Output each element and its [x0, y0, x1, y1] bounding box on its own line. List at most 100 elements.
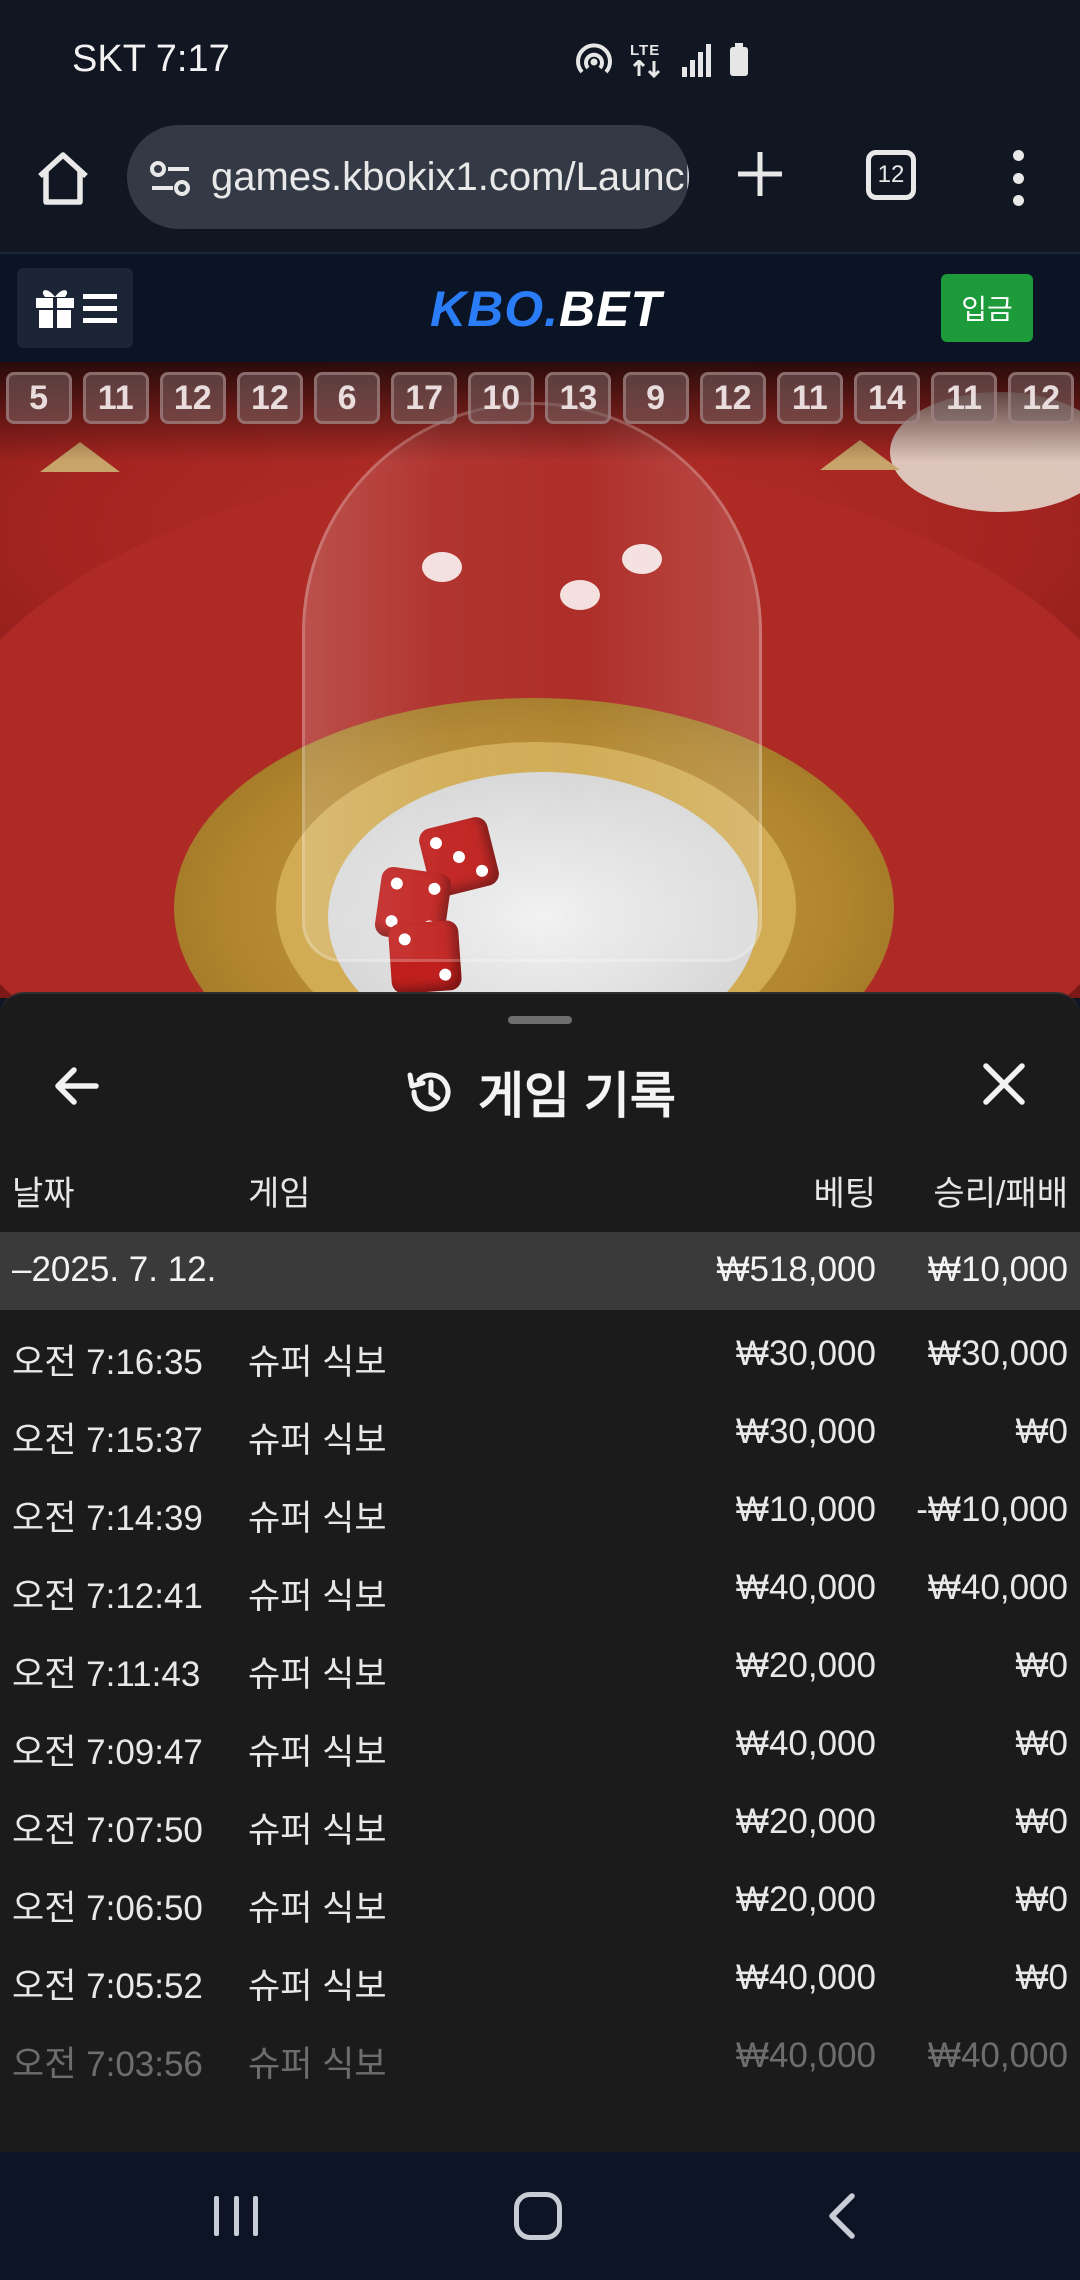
row-bet: ₩20,000 — [735, 1880, 876, 1919]
row-time: 오전 7:09:47 — [12, 1733, 203, 1772]
site-header: KBO.BET 입금 — [0, 252, 1080, 362]
result-history-item: 13 — [540, 370, 617, 426]
row-win-loss: ₩40,000 — [927, 1568, 1068, 1607]
row-game: 슈퍼 식보 — [248, 1967, 387, 2006]
history-row[interactable]: 오전 7:07:50 슈퍼 식보 ₩20,000 ₩0 — [0, 1780, 1080, 1858]
history-row[interactable]: 오전 7:15:37 슈퍼 식보 ₩30,000 ₩0 — [0, 1390, 1080, 1468]
history-row[interactable]: 오전 7:12:41 슈퍼 식보 ₩40,000 ₩40,000 — [0, 1546, 1080, 1624]
column-header-game: 게임 — [248, 1175, 311, 1213]
row-time: 오전 7:14:39 — [12, 1499, 203, 1538]
result-history-item: 11 — [926, 370, 1003, 426]
lte-label: LTE — [630, 42, 661, 59]
result-history-strip: 5 11 12 12 6 17 10 13 9 12 11 14 11 12 — [0, 370, 1080, 430]
history-row[interactable]: 오전 7:05:52 슈퍼 식보 ₩40,000 ₩0 — [0, 1936, 1080, 2014]
sheet-title-group: 게임 기록 — [404, 1056, 676, 1128]
result-history-item: 12 — [694, 370, 771, 426]
history-row[interactable]: 오전 7:16:35 슈퍼 식보 ₩30,000 ₩30,000 — [0, 1312, 1080, 1390]
history-row[interactable]: 오전 7:06:50 슈퍼 식보 ₩20,000 ₩0 — [0, 1858, 1080, 1936]
row-game: 슈퍼 식보 — [248, 1499, 387, 1538]
table-header: 날짜 게임 베팅 승리/패배 — [0, 1154, 1080, 1224]
group-win-loss-total: ₩10,000 — [927, 1250, 1068, 1289]
site-settings-icon[interactable] — [149, 159, 193, 199]
row-win-loss: ₩30,000 — [927, 1334, 1068, 1373]
result-history-item: 5 — [0, 370, 77, 426]
row-game: 슈퍼 식보 — [248, 1421, 387, 1460]
row-time: 오전 7:03:56 — [12, 2045, 203, 2084]
back-nav-icon[interactable] — [822, 2192, 862, 2240]
column-header-win-loss: 승리/패배 — [933, 1175, 1068, 1213]
browser-toolbar: games.kbokix1.com/Launch 12 — [0, 120, 1080, 252]
history-row[interactable]: 오전 7:11:43 슈퍼 식보 ₩20,000 ₩0 — [0, 1624, 1080, 1702]
row-game: 슈퍼 식보 — [248, 1811, 387, 1850]
more-icon[interactable] — [1000, 150, 1036, 206]
row-win-loss: ₩0 — [1015, 1724, 1069, 1763]
close-icon[interactable] — [978, 1058, 1030, 1110]
row-bet: ₩40,000 — [735, 1958, 876, 1997]
history-row[interactable]: 오전 7:03:56 슈퍼 식보 ₩40,000 ₩40,000 — [0, 2014, 1080, 2092]
row-bet: ₩30,000 — [735, 1334, 876, 1373]
row-game: 슈퍼 식보 — [248, 2045, 387, 2084]
history-list: 오전 7:16:35 슈퍼 식보 ₩30,000 ₩30,000 오전 7:15… — [0, 1312, 1080, 2092]
row-bet: ₩10,000 — [735, 1490, 876, 1529]
row-game: 슈퍼 식보 — [248, 1343, 387, 1382]
status-bar: SKT 7:17 LTE — [0, 0, 1080, 120]
dome-reflection — [560, 580, 600, 610]
system-nav-bar — [0, 2152, 1080, 2280]
result-history-item: 17 — [386, 370, 463, 426]
row-bet: ₩40,000 — [735, 1568, 876, 1607]
tab-switcher-icon[interactable]: 12 — [866, 150, 916, 200]
column-header-date: 날짜 — [12, 1175, 75, 1213]
result-history-item: 11 — [77, 370, 154, 426]
url-text[interactable]: games.kbokix1.com/Launch — [211, 155, 689, 200]
row-win-loss: ₩0 — [1015, 1880, 1069, 1919]
logo-part2: BET — [559, 281, 662, 337]
row-game: 슈퍼 식보 — [248, 1577, 387, 1616]
menu-button[interactable] — [17, 268, 133, 348]
hotspot-icon — [576, 43, 612, 74]
deposit-button[interactable]: 입금 — [941, 274, 1033, 342]
row-bet: ₩20,000 — [735, 1802, 876, 1841]
group-date: –2025. 7. 12. — [12, 1250, 217, 1289]
sheet-drag-handle[interactable] — [508, 1016, 572, 1024]
row-win-loss: -₩10,000 — [916, 1490, 1068, 1529]
row-time: 오전 7:06:50 — [12, 1889, 203, 1928]
row-win-loss: ₩0 — [1015, 1412, 1069, 1451]
row-bet: ₩20,000 — [735, 1646, 876, 1685]
history-row[interactable]: 오전 7:14:39 슈퍼 식보 ₩10,000 -₩10,000 — [0, 1468, 1080, 1546]
result-history-item: 6 — [309, 370, 386, 426]
site-logo[interactable]: KBO.BET — [430, 280, 662, 338]
new-tab-icon[interactable] — [732, 146, 788, 202]
home-nav-icon[interactable] — [514, 2192, 562, 2240]
game-history-sheet: 게임 기록 날짜 게임 베팅 승리/패배 –2025. 7. 12. ₩518,… — [0, 992, 1080, 2152]
home-icon[interactable] — [32, 148, 94, 210]
row-time: 오전 7:15:37 — [12, 1421, 203, 1460]
row-bet: ₩40,000 — [735, 1724, 876, 1763]
status-carrier-time: SKT 7:17 — [72, 38, 230, 80]
row-game: 슈퍼 식보 — [248, 1889, 387, 1928]
battery-icon — [730, 43, 748, 76]
row-bet: ₩30,000 — [735, 1412, 876, 1451]
row-win-loss: ₩40,000 — [927, 2036, 1068, 2075]
result-history-item: 12 — [231, 370, 308, 426]
dome-reflection — [622, 544, 662, 574]
sheet-header: 게임 기록 — [0, 1034, 1080, 1138]
tab-count: 12 — [877, 161, 905, 188]
date-group-row[interactable]: –2025. 7. 12. ₩518,000 ₩10,000 — [0, 1232, 1080, 1310]
sheet-title: 게임 기록 — [478, 1068, 676, 1124]
row-game: 슈퍼 식보 — [248, 1733, 387, 1772]
recent-apps-icon[interactable] — [214, 2196, 258, 2236]
row-game: 슈퍼 식보 — [248, 1655, 387, 1694]
result-history-item: 14 — [848, 370, 925, 426]
back-arrow-icon[interactable] — [50, 1060, 102, 1112]
history-icon — [407, 1072, 451, 1112]
address-bar[interactable]: games.kbokix1.com/Launch — [127, 125, 689, 229]
row-bet: ₩40,000 — [735, 2036, 876, 2075]
row-win-loss: ₩0 — [1015, 1958, 1069, 1997]
row-time: 오전 7:12:41 — [12, 1577, 203, 1616]
row-time: 오전 7:07:50 — [12, 1811, 203, 1850]
live-game-video[interactable]: 5 11 12 12 6 17 10 13 9 12 11 14 11 12 — [0, 362, 1080, 998]
result-history-item: 11 — [771, 370, 848, 426]
row-time: 오전 7:05:52 — [12, 1967, 203, 2006]
result-history-item: 12 — [154, 370, 231, 426]
history-row[interactable]: 오전 7:09:47 슈퍼 식보 ₩40,000 ₩0 — [0, 1702, 1080, 1780]
